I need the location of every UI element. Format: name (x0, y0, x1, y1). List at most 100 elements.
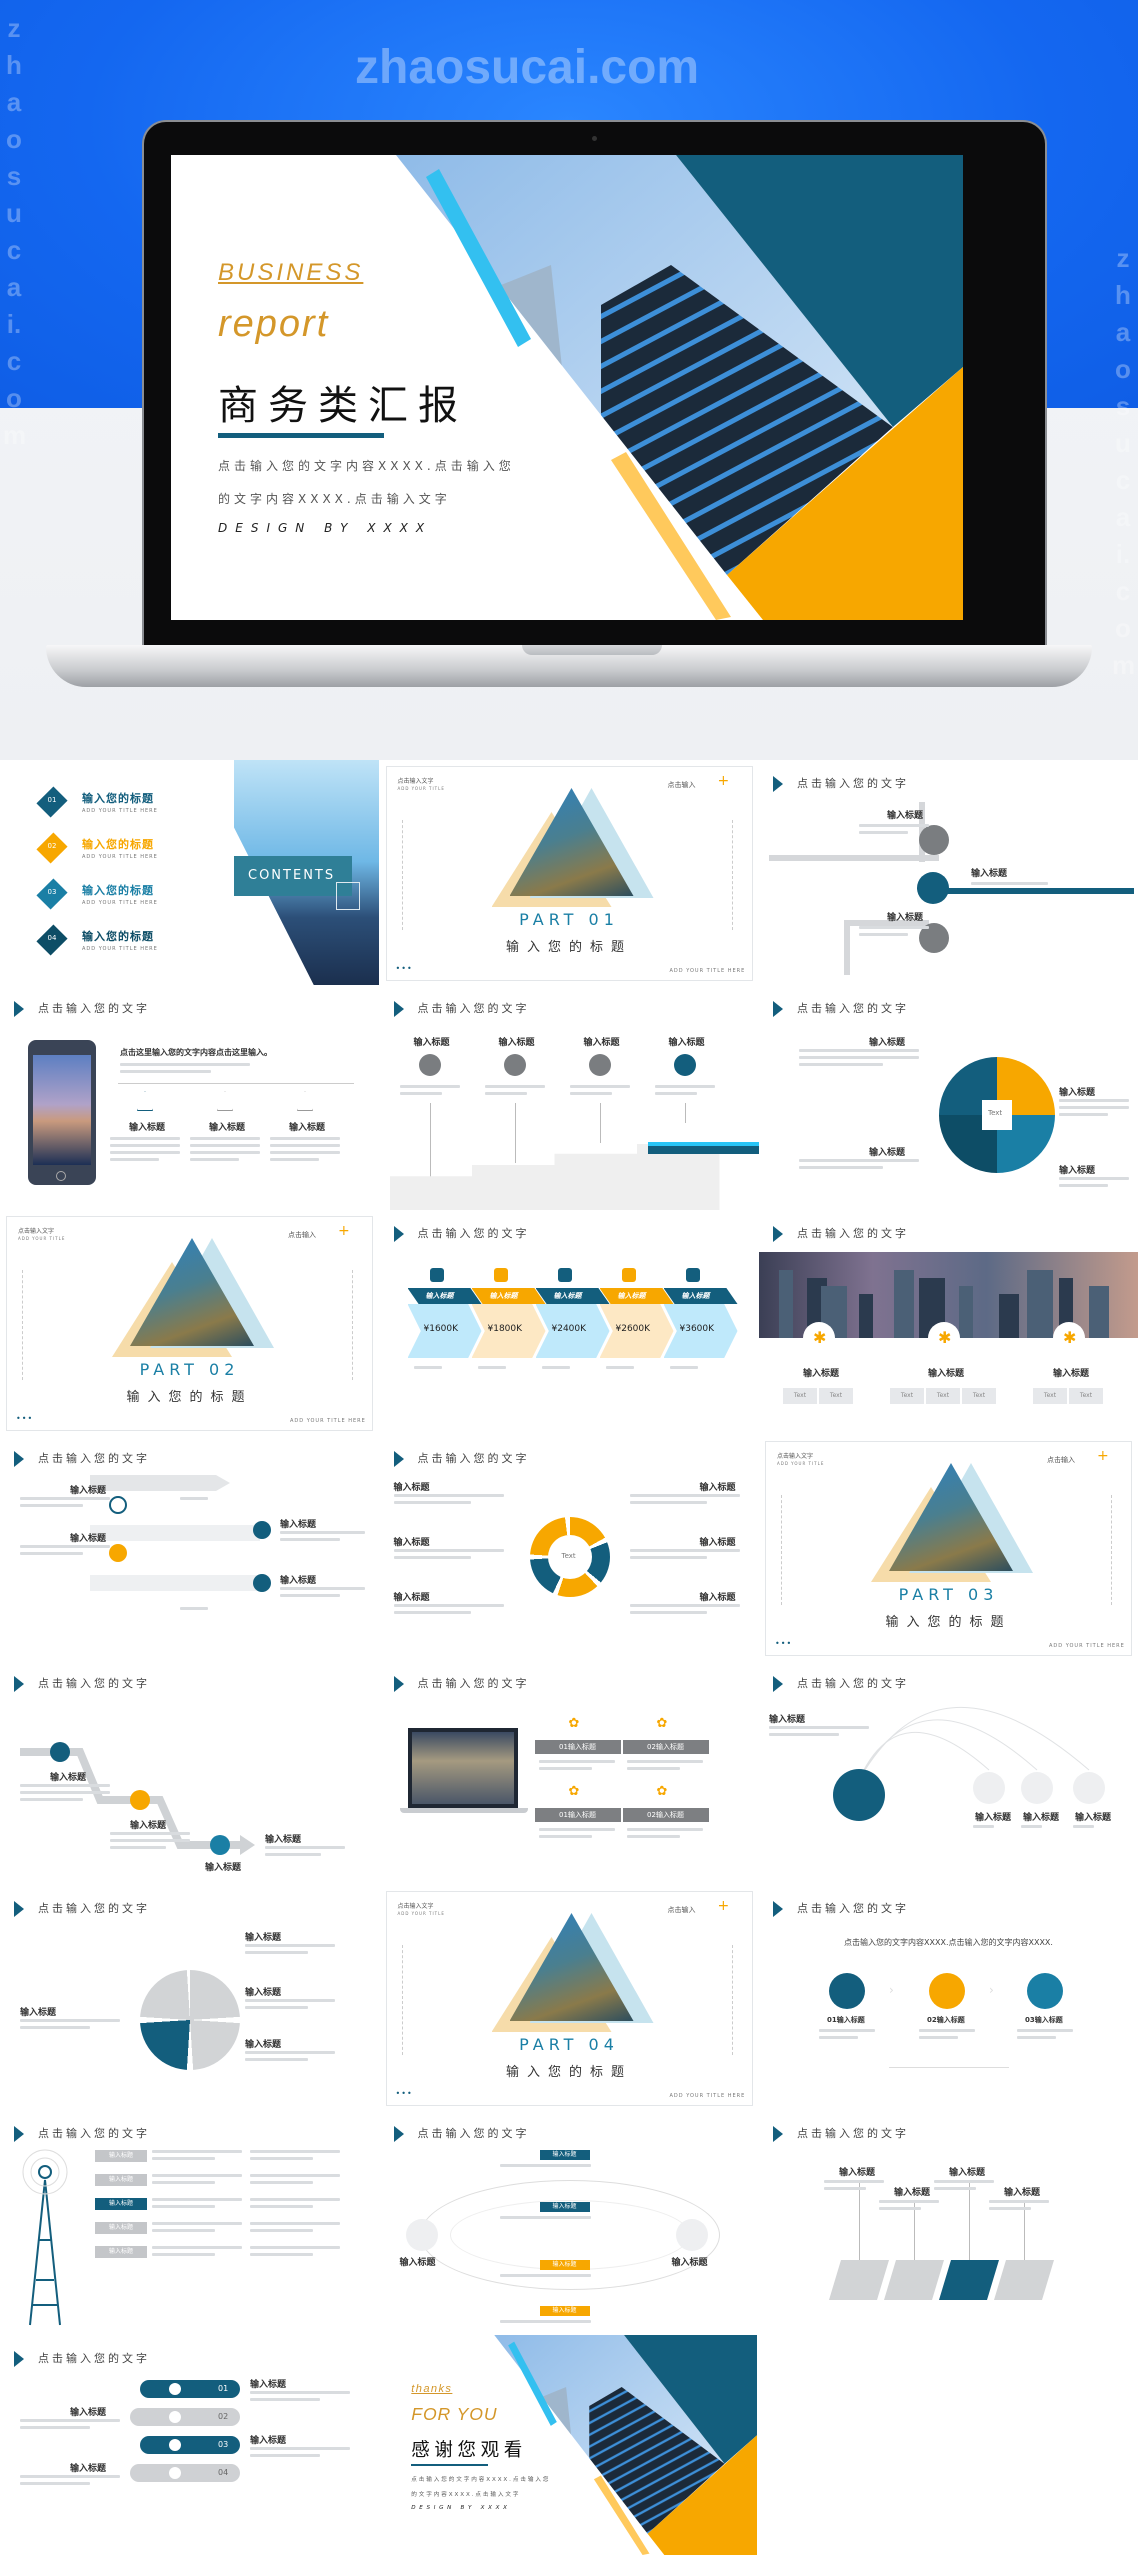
cover-subtitle: report (218, 303, 330, 345)
placeholder-text-line (484, 1092, 527, 1095)
slide-thumbnail-cycle[interactable]: 点击输入您的文字 Text 输入标题 输入标题 输入标题 输入标题 输入标题 输入标题 (379, 1435, 759, 1660)
slide-thumbnail-price[interactable]: 点击输入您的文字 输入标题 ¥1600K 输入标题 ¥1800K 输入标题 ¥2… (379, 1210, 759, 1435)
bulb-icon (109, 1544, 127, 1562)
gray-band (90, 1575, 260, 1591)
slide-thumbnail-part-2[interactable]: 点击输入文字 ADD YOUR TITLE 点击输入 + PART 02 输入您… (0, 1210, 379, 1435)
placeholder-text-line (484, 1085, 545, 1088)
asterisk-icon: ✱ (813, 1328, 827, 1347)
placeholder-text-line (20, 2426, 90, 2429)
slide-thumbnail-quad[interactable]: 点击输入您的文字 输入标题 输入标题 输入标题 输入标题 (0, 1885, 379, 2110)
placeholder-text-line (152, 2174, 242, 2177)
placeholder-text-line (626, 1835, 680, 1838)
tent-icon (217, 1091, 233, 1111)
slide-thumbnail-arrows3d[interactable]: 点击输入您的文字 输入标题 输入标题 输入标题 输入标题 (759, 2110, 1138, 2335)
contents-item-sub: ADD YOUR TITLE HERE (82, 808, 158, 814)
slide-thumbnail-part-1[interactable]: 点击输入文字 ADD YOUR TITLE 点击输入 + PART 01 输入您… (379, 760, 759, 985)
contents-item-sub: ADD YOUR TITLE HERE (82, 900, 158, 906)
slide-thumbnail-laptop[interactable]: 点击输入您的文字 ✿ 01输入标题 ✿ 02输入标题 ✿ 01输入标题 ✿ 02输入标… (379, 1660, 759, 1885)
placeholder-text-line (859, 824, 929, 827)
slide-thumbnail-three[interactable]: 点击输入您的文字 点击输入您的文字内容XXXX.点击输入您的文字内容XXXX. 01… (759, 1885, 1138, 2110)
slide-thumbnail-arrows[interactable]: 点击输入您的文字 输入标题 输入标题 输入标题 输入标题 (0, 1435, 379, 1660)
placeholder-text-line (152, 2253, 215, 2256)
user-icon (503, 1054, 526, 1076)
placeholder-text-line (180, 1497, 208, 1500)
people-icon (253, 1521, 271, 1539)
slide-thumbnail-phone[interactable]: 点击输入您的文字 点击这里输入您的文字内容点击这里输入。 输入标题 输入标题 输入标… (0, 985, 379, 1210)
text-cell: Text (819, 1388, 853, 1404)
part-number: PART 03 (898, 1585, 999, 1604)
placeholder-text-line (270, 1158, 319, 1161)
placeholder-text-line (152, 2222, 242, 2225)
skyscraper (779, 1270, 793, 1338)
slide-thumbnail-city[interactable]: 点击输入您的文字 ✱ 输入标题 Text Text ✱ 输入标题 Text Text Text… (759, 1210, 1138, 1435)
part-bottom: ADD YOUR TITLE HERE (669, 2093, 746, 2099)
laptop-photo (407, 1728, 518, 1808)
item-title: 输入标题 (399, 2258, 436, 2268)
orbit-label: 输入标题 (539, 2150, 590, 2160)
contents-item-title: 输入您的标题 (82, 838, 154, 851)
slide-header: 点击输入您的文字 (38, 1452, 150, 1465)
slide-thumbnail-steps[interactable]: 点击输入您的文字 输入标题 输入标题 输入标题 输入标题 (0, 1660, 379, 1885)
connector-line (429, 1103, 431, 1183)
slide-thumbnail-list[interactable]: 点击输入您的文字 01 输入标题 02 输入标题 03 输入标题 04 输入标题 (0, 2335, 379, 2560)
contents-number: 01 (47, 796, 57, 804)
connector-line (599, 1103, 601, 1143)
slide-thumbnail-contents[interactable]: 01 输入您的标题 ADD YOUR TITLE HERE 02 输入您的标题 … (0, 760, 379, 985)
placeholder-text-line (110, 1832, 190, 1835)
team-icon: ✿ (656, 1716, 668, 1731)
slide-thumbnail-roadmap[interactable]: 点击输入您的文字 输入标题 输入标题 输入标题 (759, 760, 1138, 985)
bulb-icon (130, 1790, 150, 1810)
item-title: 输入标题 (975, 1813, 1012, 1823)
phone-screen-photo (33, 1055, 91, 1165)
placeholder-text-line (819, 2029, 875, 2032)
laptop-notch (522, 645, 662, 655)
placeholder-text-line (250, 2398, 320, 2401)
placeholder-text-line (569, 1085, 630, 1088)
placeholder-text-line (859, 831, 908, 834)
placeholder-text-line (110, 1137, 180, 1140)
placeholder-text-line (270, 1137, 340, 1140)
placeholder-text-line (110, 1144, 180, 1147)
asterisk-icon: ✱ (938, 1328, 952, 1347)
placeholder-text-line (824, 2187, 866, 2190)
user-icon (829, 1973, 865, 2009)
plus-icon: + (1097, 1448, 1109, 1464)
part-bottom: ADD YOUR TITLE HERE (290, 1418, 366, 1424)
part-title: 输入您的标题 (885, 1615, 1012, 1630)
item-title: 输入标题 (668, 1038, 705, 1048)
part-top-left-sub: ADD YOUR TITLE (397, 1911, 445, 1916)
tower-item-label: 输入标题 (95, 2174, 147, 2186)
placeholder-text-line (629, 1549, 740, 1552)
placeholder-text-line (669, 1366, 698, 1369)
slide-thumbnail-part-3[interactable]: 点击输入文字 ADD YOUR TITLE 点击输入 + PART 03 输入您… (759, 1435, 1138, 1660)
item-title: 输入标题 (205, 1863, 242, 1873)
pie-chart-icon (675, 2219, 708, 2251)
placeholder-text-line (110, 1839, 190, 1842)
placeholder-text-line (1017, 2029, 1073, 2032)
placeholder-text-line (265, 1853, 321, 1856)
connector-line (684, 1103, 686, 1123)
slide-thumbnail-tower[interactable]: 点击输入您的文字 输入标题 输入标题 输入标题 输入标题 输入标题 (0, 2110, 379, 2335)
skyscraper (959, 1286, 973, 1338)
parallelogram-arrow (939, 2260, 999, 2300)
slide-thumbnail-thanks[interactable]: thanks FOR YOU 感谢您观看 点击输入您的文字内容XXXX.点击输入… (379, 2335, 759, 2560)
list-number: 03 (218, 2440, 229, 2449)
category-icon (621, 1268, 636, 1282)
slide-thumbnail-ellipse[interactable]: 点击输入您的文字 输入标题 输入标题 输入标题 输入标题 输入标题 输入标题 (379, 2110, 759, 2335)
placeholder-text-line (799, 1159, 919, 1162)
placeholder-text-line (20, 2026, 90, 2029)
item-title: 输入标题 (130, 1821, 167, 1831)
placeholder-text-line (250, 2157, 313, 2160)
header-triangle-icon (393, 1676, 404, 1692)
list-icon (169, 2411, 181, 2423)
item-title: 输入标题 (70, 2464, 107, 2474)
gear-icon (1073, 1772, 1105, 1804)
slide-thumbnail-stairs[interactable]: 点击输入您的文字 输入标题 输入标题 输入标题 输入标题 (379, 985, 759, 1210)
slide-thumbnail-pie[interactable]: 点击输入您的文字 Text 输入标题 输入标题 输入标题 输入标题 (759, 985, 1138, 1210)
slide-thumbnail-arcs[interactable]: 点击输入您的文字 输入标题 输入标题 输入标题 输入标题 (759, 1660, 1138, 1885)
divider (889, 2067, 1009, 2068)
placeholder-text-line (499, 2164, 591, 2167)
header-triangle-icon (14, 1901, 24, 1917)
slide-thumbnail-part-4[interactable]: 点击输入文字 ADD YOUR TITLE 点击输入 + PART 04 输入您… (379, 1885, 759, 2110)
header-triangle-icon (14, 1001, 24, 1017)
